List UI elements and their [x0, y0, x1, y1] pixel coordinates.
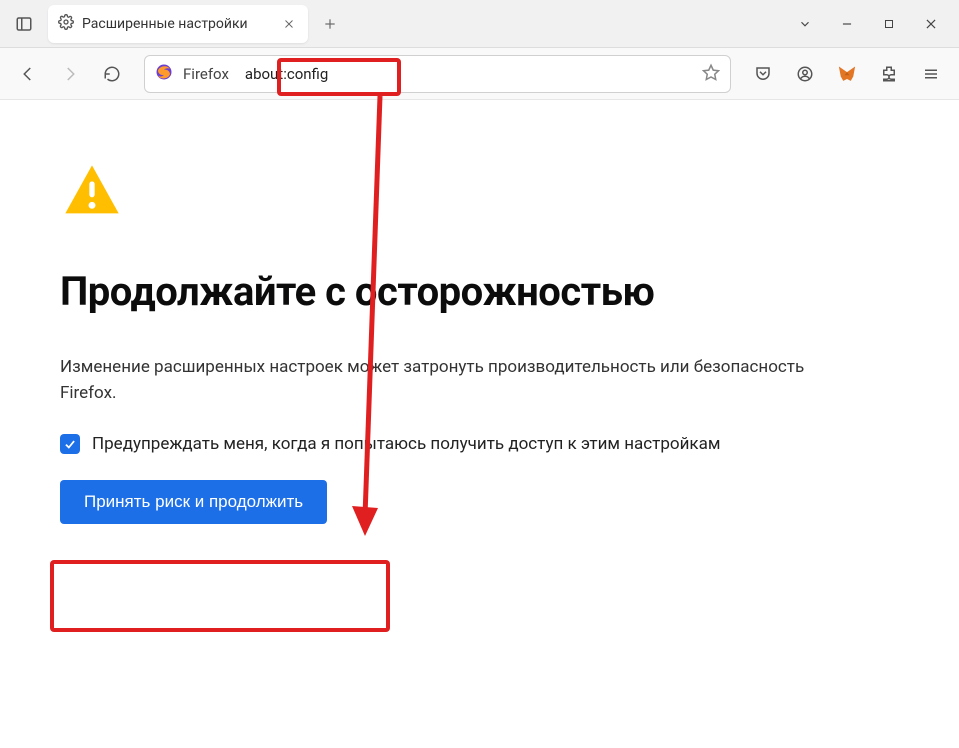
app-menu-button[interactable]: [913, 56, 949, 92]
warn-checkbox[interactable]: [60, 434, 80, 454]
back-button[interactable]: [10, 56, 46, 92]
forward-button[interactable]: [52, 56, 88, 92]
about-config-warning: Продолжайте с осторожностью Изменение ра…: [0, 100, 900, 564]
warn-checkbox-row[interactable]: Предупреждать меня, когда я попытаюсь по…: [60, 434, 840, 454]
window-controls: [793, 12, 953, 36]
page-description: Изменение расширенных настроек может зат…: [60, 355, 840, 406]
gear-icon: [58, 14, 74, 34]
bookmark-star-icon[interactable]: [702, 63, 720, 85]
warn-checkbox-label: Предупреждать меня, когда я попытаюсь по…: [92, 434, 720, 454]
account-button[interactable]: [787, 56, 823, 92]
url-bar[interactable]: Firefox about:config: [144, 55, 731, 93]
accept-risk-button[interactable]: Принять риск и продолжить: [60, 480, 327, 524]
active-tab[interactable]: Расширенные настройки: [48, 5, 308, 43]
extensions-button[interactable]: [871, 56, 907, 92]
warning-icon: [60, 160, 840, 228]
list-all-tabs-button[interactable]: [793, 12, 817, 36]
annotation-highlight-button: [50, 560, 390, 632]
new-tab-button[interactable]: [314, 8, 346, 40]
url-text: about:config: [239, 63, 334, 85]
minimize-button[interactable]: [835, 12, 859, 36]
close-window-button[interactable]: [919, 12, 943, 36]
nav-toolbar: Firefox about:config: [0, 48, 959, 100]
sidebar-toggle-button[interactable]: [6, 6, 42, 42]
tab-strip: Расширенные настройки: [0, 0, 959, 48]
firefox-logo-icon: [155, 63, 173, 85]
page-heading: Продолжайте с осторожностью: [60, 268, 840, 315]
pocket-button[interactable]: [745, 56, 781, 92]
identity-label: Firefox: [183, 65, 229, 83]
maximize-button[interactable]: [877, 12, 901, 36]
tab-close-button[interactable]: [280, 15, 298, 33]
reload-button[interactable]: [94, 56, 130, 92]
metamask-extension-icon[interactable]: [829, 56, 865, 92]
tab-title: Расширенные настройки: [82, 16, 272, 32]
